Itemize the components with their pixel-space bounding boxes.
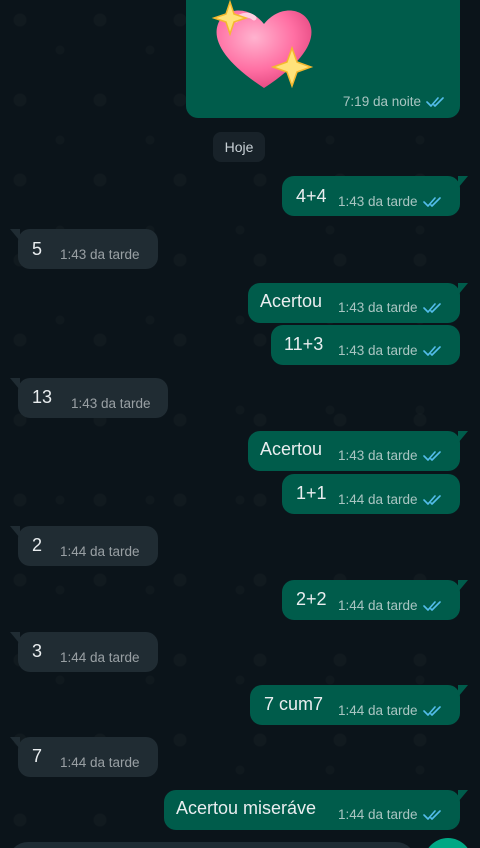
message-meta: 1:44 da tarde bbox=[60, 544, 140, 560]
message-text: 13 bbox=[32, 387, 53, 407]
message-time: 1:43 da tarde bbox=[338, 300, 418, 315]
message-meta: 1:44 da tarde bbox=[60, 650, 140, 666]
message-time: 1:44 da tarde bbox=[60, 755, 140, 770]
message-time: 1:43 da tarde bbox=[71, 396, 151, 411]
message-time: 7:19 da noite bbox=[342, 94, 421, 109]
message-bubble-incoming[interactable]: 13 1:43 da tarde bbox=[10, 378, 168, 418]
message-time: 1:44 da tarde bbox=[338, 598, 418, 613]
message-text: Acertou bbox=[260, 291, 323, 311]
message-meta: 1:44 da tarde bbox=[338, 703, 443, 719]
message-text: 7 cum7 bbox=[264, 694, 324, 714]
message-text: 2 bbox=[32, 535, 43, 555]
message-text: 4+4 bbox=[296, 186, 327, 206]
message-meta: 1:44 da tarde bbox=[338, 807, 443, 823]
message-meta: 1:43 da tarde bbox=[338, 343, 443, 359]
message-bubble-outgoing[interactable]: 11+3 1:43 da tarde bbox=[271, 325, 460, 365]
message-bubble-incoming[interactable]: 2 1:44 da tarde bbox=[10, 526, 158, 566]
message-time: 1:43 da tarde bbox=[60, 247, 140, 262]
double-check-read-icon bbox=[422, 495, 441, 505]
message-bubble-incoming[interactable]: 5 1:43 da tarde bbox=[10, 229, 158, 269]
message-meta: 1:43 da tarde bbox=[338, 448, 443, 464]
message-text: 3 bbox=[32, 641, 43, 661]
message-time: 1:44 da tarde bbox=[338, 492, 418, 507]
message-bubble-incoming[interactable]: 3 1:44 da tarde bbox=[10, 632, 158, 672]
message-text: 2+2 bbox=[296, 589, 327, 609]
message-time: 1:43 da tarde bbox=[338, 194, 418, 209]
message-bubble-outgoing[interactable]: 4+4 1:43 da tarde bbox=[282, 176, 468, 216]
message-meta: 1:43 da tarde bbox=[60, 247, 140, 263]
message-bubble-outgoing[interactable]: 1+1 1:44 da tarde bbox=[282, 474, 460, 514]
double-check-read-icon bbox=[426, 97, 444, 107]
double-check-read-icon bbox=[422, 303, 441, 313]
chat-area[interactable]: 7:19 da noite Hoje 4+4 1:43 da tarde 5 1… bbox=[0, 0, 480, 848]
double-check-read-icon bbox=[422, 451, 441, 461]
double-check-read-icon bbox=[422, 197, 441, 207]
message-time: 1:44 da tarde bbox=[60, 650, 140, 665]
mic-button[interactable] bbox=[424, 838, 472, 848]
message-meta: 1:44 da tarde bbox=[338, 598, 443, 614]
message-bubble-outgoing[interactable]: Acertou 1:43 da tarde bbox=[248, 283, 468, 323]
message-meta: 1:43 da tarde bbox=[338, 300, 443, 316]
message-text: 1+1 bbox=[296, 483, 327, 503]
double-check-read-icon bbox=[422, 601, 441, 611]
double-check-read-icon bbox=[422, 346, 441, 356]
message-time: 1:44 da tarde bbox=[338, 703, 418, 718]
message-bubble-outgoing[interactable]: Acertou miseráve 1:44 da tarde bbox=[164, 790, 468, 830]
message-meta: 1:44 da tarde bbox=[60, 755, 140, 771]
message-meta: 1:43 da tarde bbox=[71, 396, 151, 412]
date-separator: Hoje bbox=[213, 132, 265, 162]
message-meta: 7:19 da noite bbox=[343, 94, 446, 110]
message-text: 7 bbox=[32, 746, 43, 766]
message-text: Acertou bbox=[260, 439, 323, 459]
message-bubble-outgoing[interactable]: 7:19 da noite bbox=[186, 0, 460, 118]
message-bubble-outgoing[interactable]: 2+2 1:44 da tarde bbox=[282, 580, 468, 620]
double-check-read-icon bbox=[422, 706, 441, 716]
message-meta: 1:44 da tarde bbox=[338, 492, 443, 508]
message-time: 1:43 da tarde bbox=[338, 343, 418, 358]
sparkling-heart-icon bbox=[211, 0, 314, 89]
message-time: 1:44 da tarde bbox=[60, 544, 140, 559]
message-bubble-outgoing[interactable]: 7 cum7 1:44 da tarde bbox=[250, 685, 468, 725]
message-time: 1:43 da tarde bbox=[338, 448, 418, 463]
message-text: 11+3 bbox=[284, 334, 324, 354]
message-input[interactable] bbox=[8, 842, 416, 848]
message-time: 1:44 da tarde bbox=[338, 807, 418, 822]
message-text: 5 bbox=[32, 239, 43, 259]
message-meta: 1:43 da tarde bbox=[338, 194, 443, 210]
message-bubble-outgoing[interactable]: Acertou 1:43 da tarde bbox=[248, 431, 468, 471]
message-text: Acertou miseráve bbox=[176, 798, 317, 818]
double-check-read-icon bbox=[422, 810, 441, 820]
message-bubble-incoming[interactable]: 7 1:44 da tarde bbox=[10, 737, 158, 777]
